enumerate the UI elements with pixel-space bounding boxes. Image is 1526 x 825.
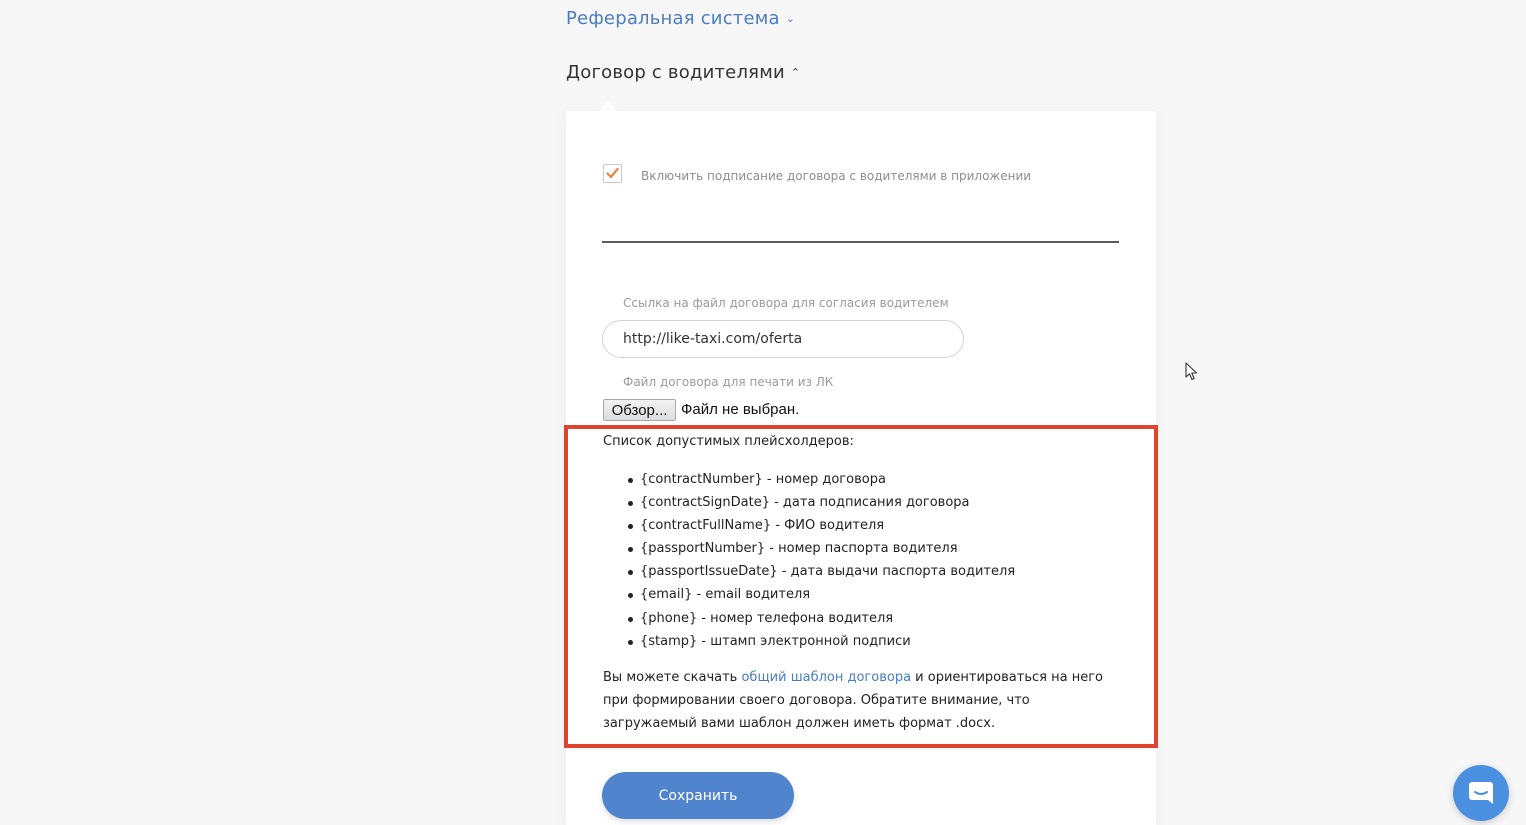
list-item: {contractNumber} - номер договора — [627, 468, 1015, 491]
placeholders-title: Список допустимых плейсхолдеров: — [603, 434, 854, 449]
section-contract-toggle[interactable]: Договор с водителями ⌃ — [566, 62, 800, 83]
browse-button[interactable]: Обзор... — [603, 399, 676, 421]
checkmark-icon — [606, 167, 619, 179]
list-item: {stamp} - штамп электронной подписи — [627, 630, 1015, 653]
card-notch — [598, 101, 618, 111]
list-item: {contractSignDate} - дата подписания дог… — [627, 491, 1015, 514]
template-note-before: Вы можете скачать — [603, 670, 742, 685]
template-download-link[interactable]: общий шаблон договора — [741, 670, 911, 685]
page: Реферальная система ⌄ Договор с водителя… — [0, 0, 1526, 825]
section-referral-toggle[interactable]: Реферальная система ⌄ — [566, 8, 795, 29]
enable-signing-checkbox[interactable] — [603, 164, 622, 183]
chat-icon — [1469, 782, 1493, 804]
mouse-cursor-icon — [1185, 362, 1198, 381]
contract-link-input[interactable] — [602, 320, 964, 358]
chevron-down-icon: ⌄ — [785, 12, 796, 25]
placeholders-list: {contractNumber} - номер договора {contr… — [603, 468, 1015, 653]
list-item: {contractFullName} - ФИО водителя — [627, 514, 1015, 537]
section-contract-label: Договор с водителями — [566, 62, 785, 83]
print-file-label: Файл договора для печати из ЛК — [623, 375, 834, 389]
contract-link-label: Ссылка на файл договора для согласия вод… — [623, 296, 949, 310]
chat-button[interactable] — [1453, 765, 1509, 821]
divider — [602, 241, 1119, 243]
save-button[interactable]: Сохранить — [602, 772, 794, 819]
list-item: {email} - email водителя — [627, 583, 1015, 606]
template-note: Вы можете скачать общий шаблон договора … — [603, 666, 1123, 735]
list-item: {phone} - номер телефона водителя — [627, 607, 1015, 630]
enable-signing-label: Включить подписание договора с водителям… — [641, 169, 1032, 183]
chevron-up-icon: ⌃ — [790, 66, 801, 79]
section-referral-label: Реферальная система — [566, 8, 780, 29]
list-item: {passportIssueDate} - дата выдачи паспор… — [627, 560, 1015, 583]
list-item: {passportNumber} - номер паспорта водите… — [627, 537, 1015, 560]
file-status: Файл не выбран. — [681, 401, 800, 418]
